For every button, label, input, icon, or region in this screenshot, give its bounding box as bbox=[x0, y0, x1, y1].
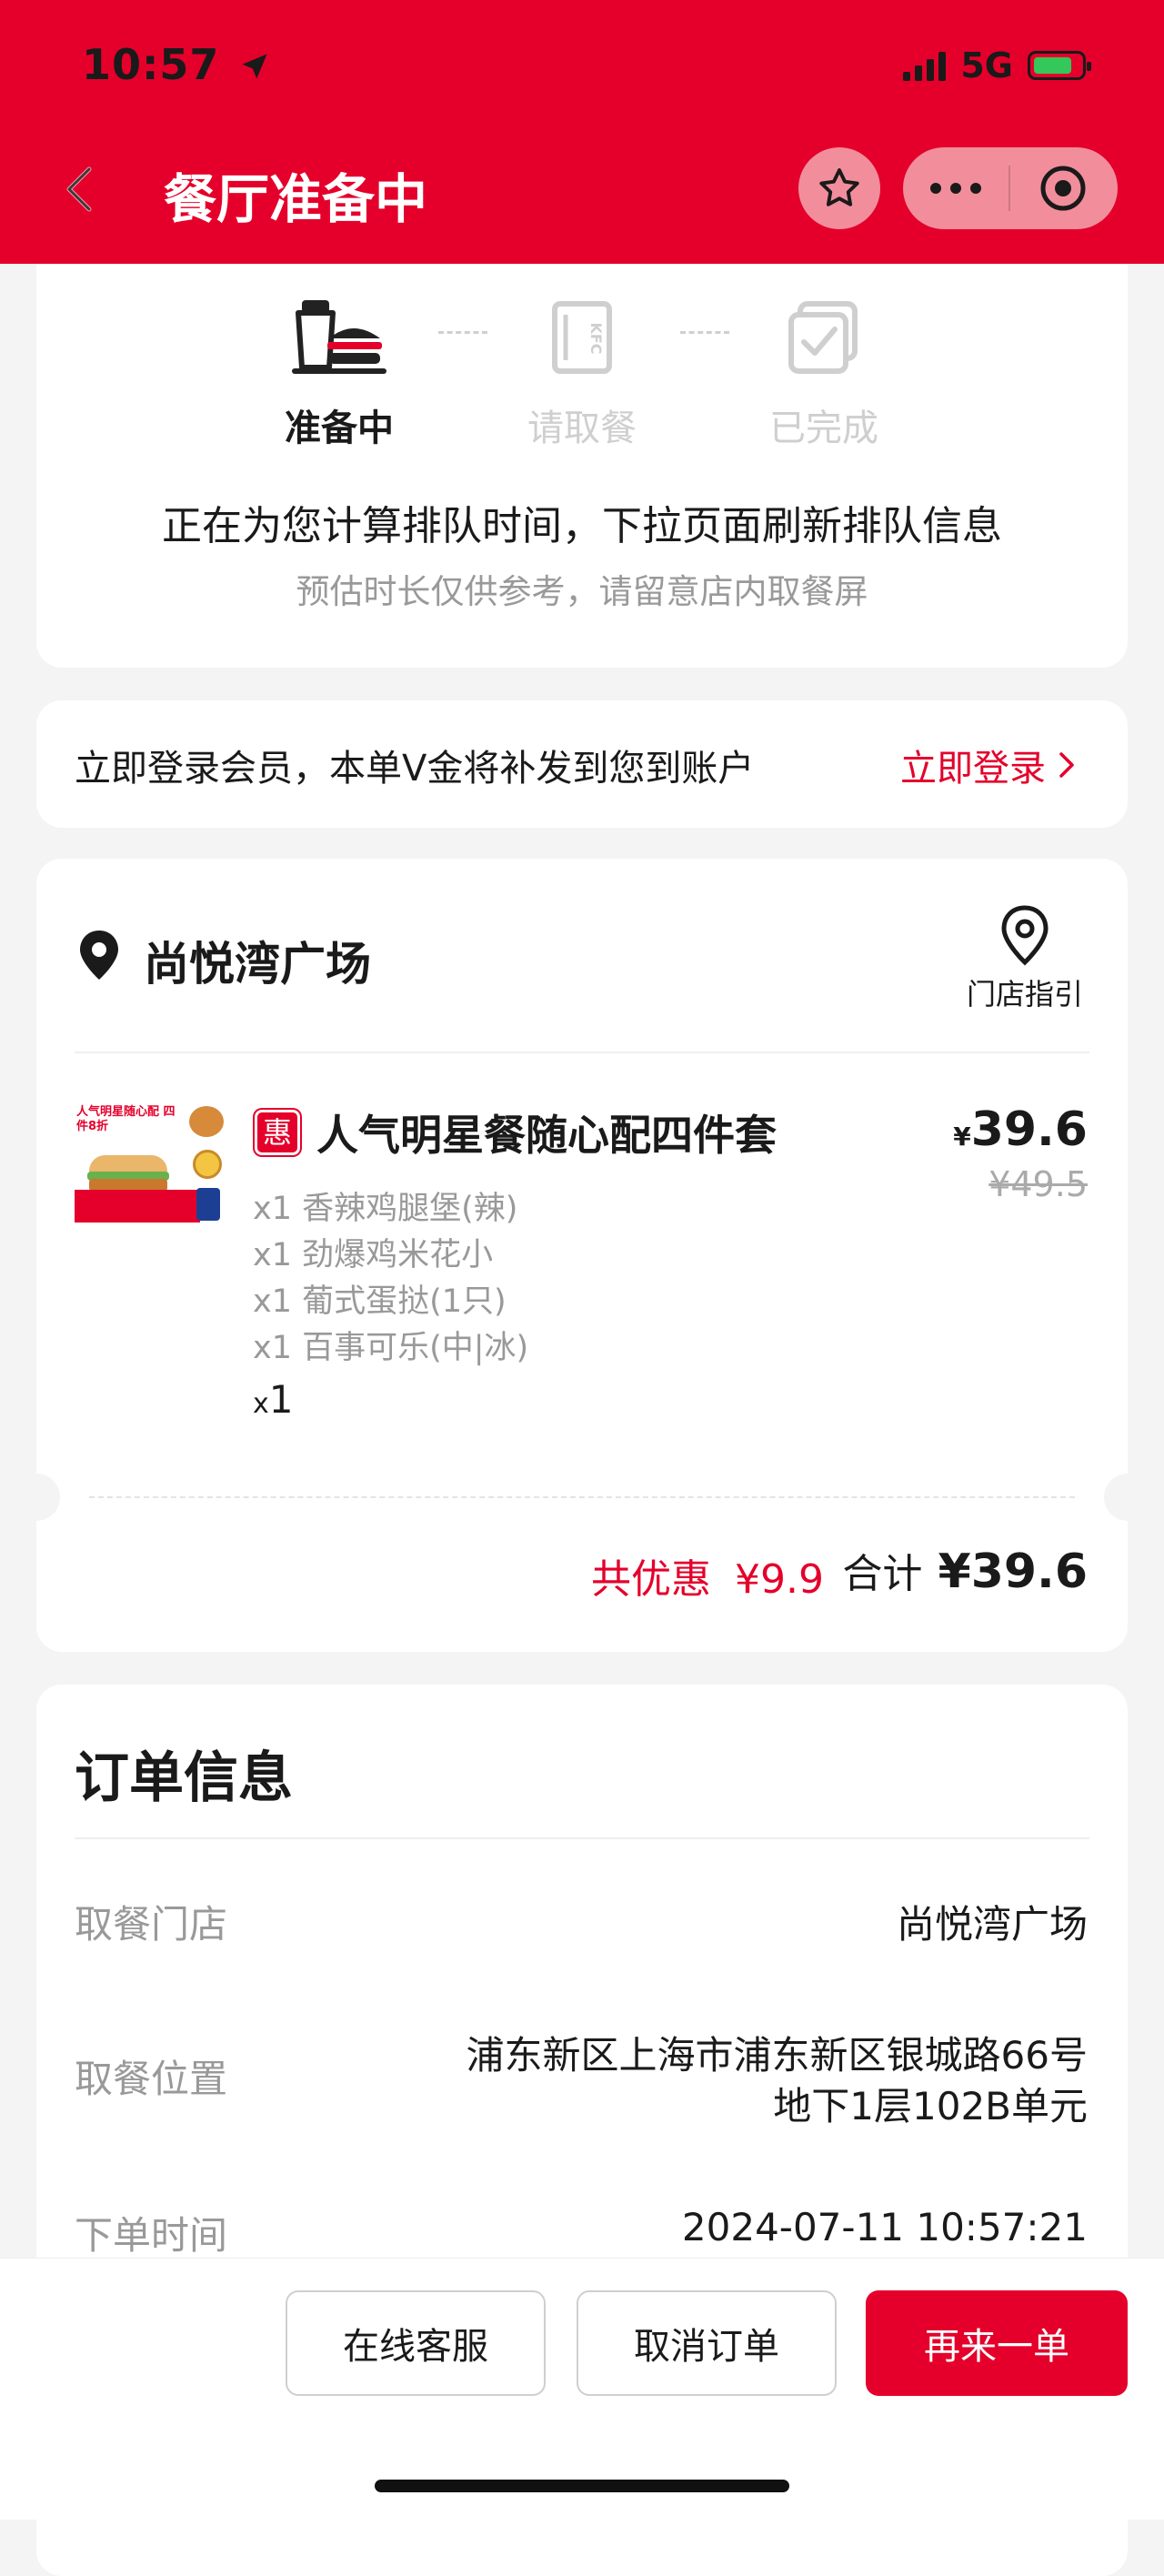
queue-subline: 预估时长仅供参考，请留意店内取餐屏 bbox=[296, 572, 868, 611]
original-price: ¥49.5 bbox=[988, 1164, 1088, 1204]
star-icon bbox=[819, 168, 859, 206]
login-link[interactable]: 立即登录 bbox=[900, 739, 1077, 791]
chevron-right-icon bbox=[1059, 752, 1074, 778]
online-service-button[interactable]: 在线客服 bbox=[286, 2290, 546, 2396]
total-amount: ¥39.6 bbox=[938, 1545, 1088, 1599]
login-link-label: 立即登录 bbox=[900, 748, 1046, 790]
perforation-notch-left bbox=[13, 1474, 60, 1521]
signal-icon bbox=[903, 50, 947, 81]
item-component: x1 劲爆鸡米花小 bbox=[253, 1237, 494, 1273]
app-header: 10:57 5G 餐厅准备中 bbox=[0, 0, 1164, 264]
status-time: 10:57 bbox=[82, 40, 271, 89]
step-connector bbox=[438, 331, 487, 334]
back-arrow-icon[interactable] bbox=[55, 162, 109, 216]
discount-label: 共优惠 bbox=[591, 1556, 711, 1603]
store-guide-button[interactable]: 门店指引 bbox=[960, 904, 1089, 1013]
order-info-title: 订单信息 bbox=[75, 1746, 293, 1810]
pickup-location-line1: 浦东新区上海市浦东新区银城路66号 bbox=[466, 2033, 1088, 2078]
perforation-line bbox=[89, 1496, 1075, 1498]
kfc-bag-icon: KFC bbox=[552, 301, 612, 374]
order-time-value: 2024-07-11 10:57:21 bbox=[681, 2205, 1088, 2249]
step-ready: 请取餐 bbox=[527, 408, 637, 449]
battery-icon bbox=[1028, 51, 1091, 80]
promo-badge: 惠 bbox=[255, 1110, 300, 1155]
home-indicator bbox=[375, 2480, 789, 2492]
order-time-label: 下单时间 bbox=[75, 2213, 228, 2258]
network-type: 5G bbox=[960, 45, 1013, 86]
completed-check-icon bbox=[788, 301, 858, 374]
divider bbox=[75, 1837, 1089, 1839]
step-preparing: 准备中 bbox=[285, 408, 394, 449]
burger-meal-icon bbox=[292, 300, 386, 374]
product-price: ¥39.6 bbox=[953, 1102, 1088, 1157]
store-guide-label: 门店指引 bbox=[966, 977, 1083, 1011]
step-connector bbox=[680, 331, 729, 334]
product-image: 人气明星随心配 四件8折 bbox=[75, 1102, 227, 1223]
pickup-location-label: 取餐位置 bbox=[75, 2057, 228, 2101]
price-value: 39.6 bbox=[970, 1102, 1088, 1157]
item-quantity: x1 bbox=[253, 1377, 294, 1422]
location-arrow-icon bbox=[242, 54, 267, 79]
divider bbox=[75, 1052, 1089, 1053]
target-close-icon bbox=[1040, 166, 1086, 211]
more-button[interactable] bbox=[903, 147, 1008, 229]
clock: 10:57 bbox=[82, 40, 220, 89]
cancel-order-button[interactable]: 取消订单 bbox=[577, 2290, 837, 2396]
qty-value: 1 bbox=[268, 1377, 294, 1422]
location-pin-icon bbox=[80, 931, 118, 980]
close-miniapp-button[interactable] bbox=[1010, 147, 1116, 229]
pickup-store-label: 取餐门店 bbox=[75, 1902, 228, 1947]
reorder-button[interactable]: 再来一单 bbox=[866, 2290, 1128, 2396]
queue-headline: 正在为您计算排队时间，下拉页面刷新排队信息 bbox=[162, 503, 1002, 549]
favorite-button[interactable] bbox=[798, 147, 880, 229]
item-component: x1 葡式蛋挞(1只) bbox=[253, 1283, 507, 1320]
discount-summary: 共优惠 ¥9.9 bbox=[591, 1546, 824, 1605]
discount-amount: ¥9.9 bbox=[735, 1556, 824, 1603]
svg-text:KFC: KFC bbox=[587, 322, 605, 354]
status-indicators: 5G bbox=[903, 45, 1091, 86]
store-name: 尚悦湾广场 bbox=[144, 938, 371, 991]
product-image-caption: 人气明星随心配 四件8折 bbox=[76, 1105, 176, 1133]
pickup-location-line2: 地下1层102B单元 bbox=[773, 2084, 1088, 2128]
map-pin-outline-icon bbox=[1001, 905, 1049, 966]
more-dots-icon bbox=[930, 183, 981, 194]
miniapp-capsule bbox=[903, 147, 1118, 229]
product-name: 人气明星餐随心配四件套 bbox=[316, 1111, 777, 1160]
item-component: x1 百事可乐(中|冰) bbox=[253, 1330, 529, 1366]
step-completed: 已完成 bbox=[769, 408, 878, 449]
pickup-store-value: 尚悦湾广场 bbox=[896, 1902, 1088, 1947]
perforation-notch-right bbox=[1104, 1474, 1151, 1521]
total-summary: 合计 ¥39.6 bbox=[842, 1541, 1088, 1599]
page-title: 餐厅准备中 bbox=[164, 168, 428, 230]
currency-symbol: ¥ bbox=[953, 1122, 971, 1152]
item-component: x1 香辣鸡腿堡(辣) bbox=[253, 1191, 518, 1227]
qty-prefix: x bbox=[253, 1388, 269, 1420]
member-promo-text: 立即登录会员，本单V金将补发到您到账户 bbox=[75, 748, 755, 790]
total-label: 合计 bbox=[842, 1551, 923, 1597]
